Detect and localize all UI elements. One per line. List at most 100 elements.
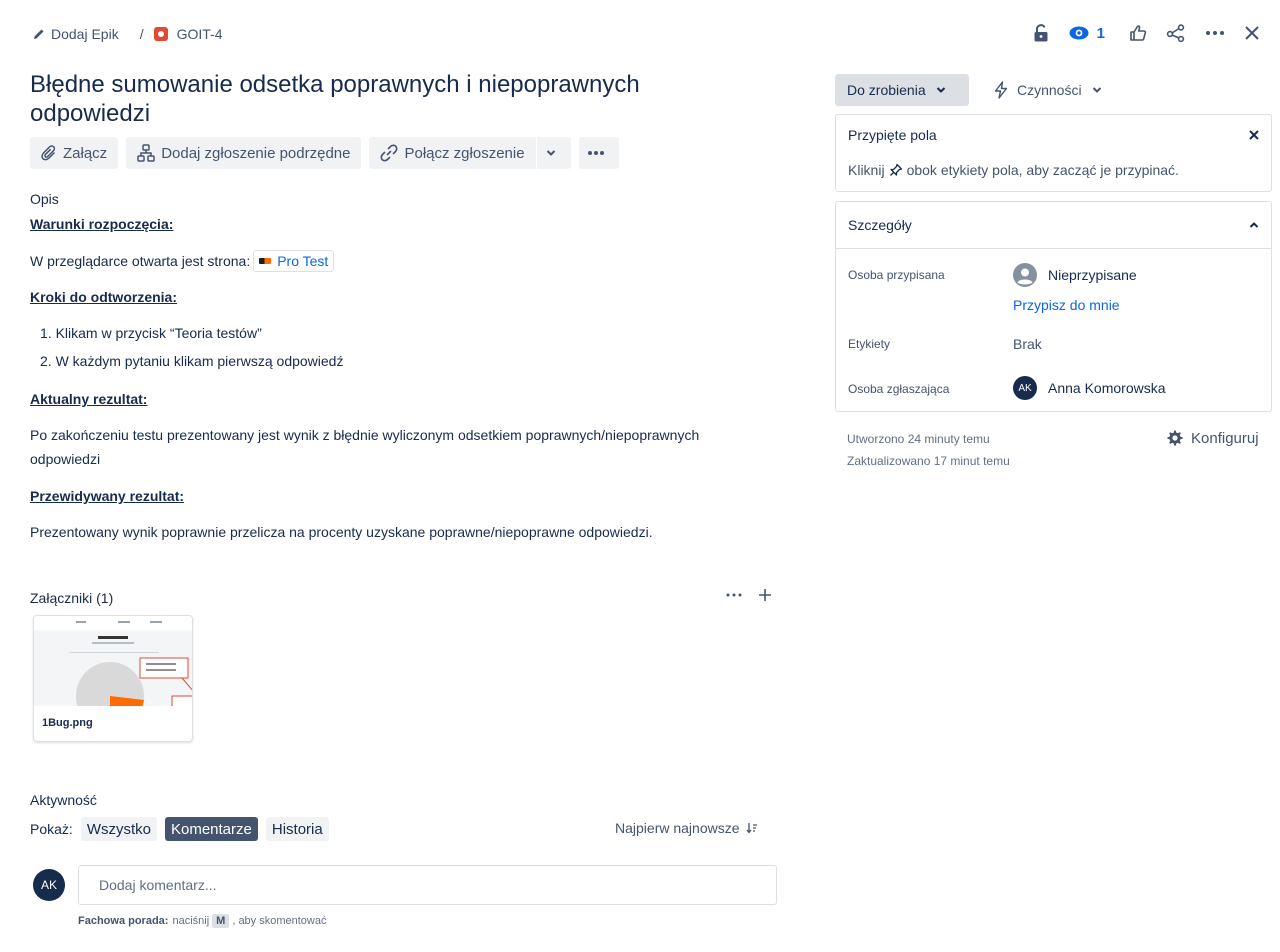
watch-button[interactable]: 1 (1069, 25, 1105, 42)
more-icon[interactable] (726, 593, 742, 597)
more-icon[interactable] (1205, 30, 1225, 36)
link-issue-label: Połącz zgłoszenie (404, 144, 525, 162)
avatar: AK (33, 869, 65, 901)
step-text: Klikam w przycisk “Teoria testów” (55, 325, 262, 341)
attachment-card[interactable]: 1Bug.png (33, 615, 193, 742)
actions-label: Czynności (1017, 82, 1082, 98)
steps-list: 1. Klikam w przycisk “Teoria testów” 2. … (40, 321, 343, 373)
comment-input[interactable]: Dodaj komentarz... (78, 865, 777, 905)
updated-timestamp: Zaktualizowano 17 minut temu (847, 454, 1010, 468)
labels-label: Etykiety (848, 337, 891, 351)
preconditions-text: W przeglądarce otwarta jest strona: (30, 253, 251, 269)
chevron-down-icon (1092, 86, 1102, 94)
issue-toolbar: Załącz Dodaj zgłoszenie podrzędne Połącz… (30, 137, 627, 169)
chevron-up-icon (1249, 221, 1259, 229)
preconditions-heading: Warunki rozpoczęcia: (30, 216, 174, 232)
details-header[interactable]: Szczegóły (836, 202, 1271, 249)
details-panel: Szczegóły Osoba przypisana Nieprzypisane… (835, 201, 1272, 412)
pin-icon (889, 163, 903, 177)
thumbs-up-icon[interactable] (1129, 24, 1147, 42)
attachment-thumbnail (34, 616, 192, 706)
reporter-value: Anna Komorowska (1048, 380, 1166, 396)
assign-to-me-link[interactable]: Przypisz do mnie (1013, 297, 1120, 313)
list-item: 1. Klikam w przycisk “Teoria testów” (40, 321, 343, 345)
gear-icon (1166, 429, 1184, 447)
actions-dropdown[interactable]: Czynności (983, 74, 1112, 106)
smart-link[interactable]: Pro Test (253, 250, 335, 272)
chevron-down-icon (936, 86, 946, 94)
smart-link-label: Pro Test (277, 253, 329, 269)
add-epic-link[interactable]: Dodaj Epik (51, 26, 119, 42)
actual-text: Po zakończeniu testu prezentowany jest w… (30, 427, 700, 467)
filter-history[interactable]: Historia (265, 817, 329, 841)
issue-header-actions: 1 (1014, 20, 1260, 46)
lightning-icon (993, 81, 1009, 99)
tip-text-after: , aby skomentować (232, 915, 327, 927)
attach-button[interactable]: Załącz (30, 137, 119, 169)
add-child-issue-button[interactable]: Dodaj zgłoszenie podrzędne (126, 137, 362, 169)
reporter-avatar: AK (1013, 376, 1037, 400)
attachment-filename: 1Bug.png (42, 717, 93, 729)
more-actions-button[interactable] (578, 137, 619, 169)
assignee-label: Osoba przypisana (848, 268, 945, 282)
reporter-field[interactable]: AK Anna Komorowska (1013, 376, 1166, 400)
breadcrumb: Dodaj Epik / GOIT-4 (33, 25, 223, 43)
bug-icon (153, 27, 168, 41)
pinned-fields-hint: Kliknij obok etykiety pola, aby zacząć j… (836, 155, 1271, 185)
list-number: 1. (40, 325, 56, 341)
link-issue-dropdown[interactable] (535, 137, 571, 169)
share-icon[interactable] (1166, 24, 1186, 42)
preconditions-paragraph: W przeglądarce otwarta jest strona: Pro … (30, 249, 335, 273)
breadcrumb-separator: / (139, 26, 144, 42)
expected-text: Prezentowany wynik poprawnie przelicza n… (30, 524, 653, 540)
description-label: Opis (30, 191, 59, 207)
filter-all[interactable]: Wszystko (80, 817, 157, 841)
chevron-down-icon (546, 149, 562, 157)
status-label: Do zrobienia (847, 82, 926, 98)
list-number: 2. (40, 353, 56, 369)
pro-tip: Fachowa porada: naciśnij M , aby skoment… (78, 914, 326, 928)
list-item: 2. W każdym pytaniu klikam pierwszą odpo… (40, 349, 343, 373)
actual-heading: Aktualny rezultat: (30, 391, 148, 407)
plus-icon[interactable] (758, 588, 772, 602)
sort-icon (746, 822, 758, 834)
issue-key-link[interactable]: GOIT-4 (177, 26, 223, 42)
attachments-tools (726, 588, 772, 602)
hint-before: Kliknij (848, 162, 885, 178)
labels-value[interactable]: Brak (1013, 336, 1042, 352)
show-label: Pokaż: (30, 821, 73, 837)
site-logo-icon (259, 258, 272, 264)
link-icon (380, 144, 404, 162)
attach-label: Załącz (63, 144, 108, 162)
reporter-label: Osoba zgłaszająca (848, 382, 950, 396)
lock-icon[interactable] (1033, 24, 1049, 42)
link-issue-button[interactable]: Połącz zgłoszenie (369, 137, 536, 169)
activity-heading: Aktywność (30, 792, 97, 808)
tip-text-before: naciśnij (172, 915, 210, 927)
filter-comments[interactable]: Komentarze (164, 817, 258, 841)
status-dropdown[interactable]: Do zrobienia (835, 74, 969, 106)
steps-heading: Kroki do odtworzenia: (30, 289, 177, 305)
pinned-fields-header: Przypięte pola (836, 115, 1271, 155)
issue-title[interactable]: Błędne sumowanie odsetka poprawnych i ni… (30, 70, 730, 128)
eye-icon (1069, 26, 1089, 40)
step-text: W każdym pytaniu klikam pierwszą odpowie… (55, 353, 344, 369)
configure-button[interactable]: Konfiguruj (1166, 429, 1259, 447)
close-icon[interactable] (1244, 25, 1260, 41)
assignee-field[interactable]: Nieprzypisane (1013, 263, 1137, 287)
more-icon (587, 150, 611, 156)
paperclip-icon (41, 145, 63, 161)
sort-button[interactable]: Najpierw najnowsze (615, 820, 758, 836)
hierarchy-icon (137, 144, 161, 162)
hint-after: obok etykiety pola, aby zacząć je przypi… (906, 162, 1179, 178)
watch-count: 1 (1096, 24, 1105, 42)
details-title: Szczegóły (848, 217, 912, 233)
attachments-heading: Załączniki (1) (30, 590, 114, 606)
pinned-fields-panel: Przypięte pola Kliknij obok etykiety pol… (835, 114, 1272, 192)
assignee-value: Nieprzypisane (1048, 267, 1137, 283)
close-icon[interactable] (1249, 130, 1259, 140)
created-timestamp: Utworzono 24 minuty temu (847, 432, 990, 446)
pencil-icon (33, 28, 45, 40)
activity-filters: Pokaż: Wszystko Komentarze Historia (30, 817, 329, 841)
user-icon (1013, 263, 1037, 287)
